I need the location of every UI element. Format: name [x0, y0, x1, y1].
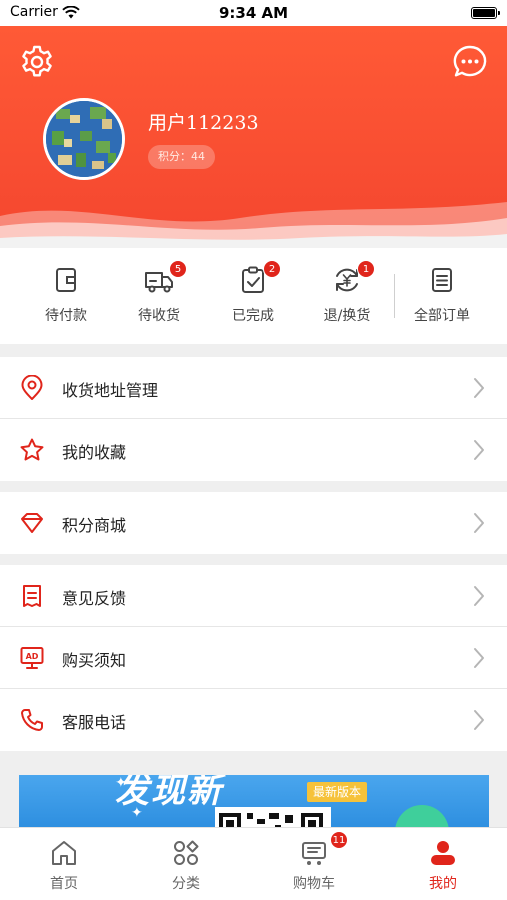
qr-code-image: [215, 807, 331, 827]
grid-icon: [174, 840, 199, 865]
order-pending-payment[interactable]: 待付款: [19, 248, 113, 344]
avatar[interactable]: [43, 98, 125, 180]
order-refund-exchange[interactable]: 1 退/换货: [300, 248, 394, 344]
menu-label: 购买须知: [62, 651, 127, 670]
menu-label: 积分商城: [62, 516, 127, 535]
order-label: 全部订单: [414, 308, 470, 324]
tab-label: 购物车: [293, 876, 335, 892]
gear-icon[interactable]: [18, 43, 56, 81]
menu-group-help: 意见反馈 AD 购买须知 客服电话: [0, 565, 507, 751]
tab-label: 分类: [172, 876, 200, 892]
svg-text:AD: AD: [26, 652, 39, 661]
user-icon: [431, 841, 455, 865]
banner-headline: 发现新: [115, 775, 223, 811]
tab-cart[interactable]: 11 购物车: [254, 828, 374, 900]
tab-label: 首页: [50, 876, 78, 892]
menu-label: 我的收藏: [62, 443, 127, 462]
order-label: 待付款: [45, 308, 87, 324]
menu-group-points: 积分商城: [0, 492, 507, 554]
order-completed[interactable]: 2 已完成: [206, 248, 300, 344]
cart-count-badge: 11: [330, 831, 348, 849]
chevron-right-icon: [474, 710, 484, 730]
banner-version-tag: 最新版本: [307, 782, 368, 802]
ad-screen-icon: AD: [20, 647, 44, 669]
menu-item-address[interactable]: 收货地址管理: [0, 357, 507, 419]
order-pending-receipt[interactable]: 5 待收货: [112, 248, 206, 344]
chevron-right-icon: [474, 378, 484, 398]
header-wave-decoration: [0, 202, 507, 248]
diamond-icon: [21, 513, 43, 533]
order-count-badge: 5: [169, 260, 187, 278]
order-label: 已完成: [232, 308, 274, 324]
promo-banner[interactable]: ✦ ✦ 发现新 最新版本: [19, 775, 489, 827]
menu-label: 客服电话: [62, 713, 127, 732]
menu-item-customer-service[interactable]: 客服电话: [0, 689, 507, 751]
menu-item-favorites[interactable]: 我的收藏: [0, 419, 507, 481]
chevron-right-icon: [474, 648, 484, 668]
menu-group-address: 收货地址管理 我的收藏: [0, 357, 507, 481]
points-badge[interactable]: 积分：44: [148, 145, 215, 169]
chat-bubble-icon[interactable]: [451, 43, 489, 81]
chevron-right-icon: [474, 586, 484, 606]
order-count-badge: 2: [263, 260, 281, 278]
list-icon: [432, 268, 452, 292]
chevron-right-icon: [474, 440, 484, 460]
bottom-tab-bar: 首页 分类 11 购物车 我的: [0, 827, 507, 900]
battery-icon: [471, 7, 500, 19]
profile-header: 用户112233 积分：44: [0, 26, 507, 248]
order-all[interactable]: 全部订单: [395, 248, 489, 344]
menu-item-feedback[interactable]: 意见反馈: [0, 565, 507, 627]
menu-item-purchase-notice[interactable]: AD 购买须知: [0, 627, 507, 689]
banner-bubble-decoration: [395, 805, 449, 827]
feedback-icon: [23, 585, 41, 607]
menu-label: 意见反馈: [62, 589, 127, 608]
chevron-right-icon: [474, 513, 484, 533]
order-count-badge: 1: [357, 260, 375, 278]
order-status-bar: 待付款 5 待收货 2 已完成 1 退/换货 全部订单: [0, 248, 507, 344]
location-pin-icon: [21, 375, 43, 400]
status-bar: Carrier 9:34 AM: [0, 0, 507, 26]
order-label: 退/换货: [323, 308, 371, 324]
phone-icon: [21, 709, 43, 731]
order-label: 待收货: [138, 308, 180, 324]
tab-home[interactable]: 首页: [4, 828, 124, 900]
star-icon: [20, 438, 44, 461]
menu-item-points-mall[interactable]: 积分商城: [0, 492, 507, 554]
cart-icon: [302, 842, 326, 865]
username[interactable]: 用户112233: [148, 108, 259, 135]
menu-label: 收货地址管理: [62, 381, 159, 400]
clock: 9:34 AM: [218, 4, 289, 22]
tab-category[interactable]: 分类: [126, 828, 246, 900]
tab-mine[interactable]: 我的: [383, 828, 503, 900]
tab-label: 我的: [429, 876, 457, 892]
wallet-icon: [56, 268, 76, 292]
home-icon: [52, 841, 76, 865]
